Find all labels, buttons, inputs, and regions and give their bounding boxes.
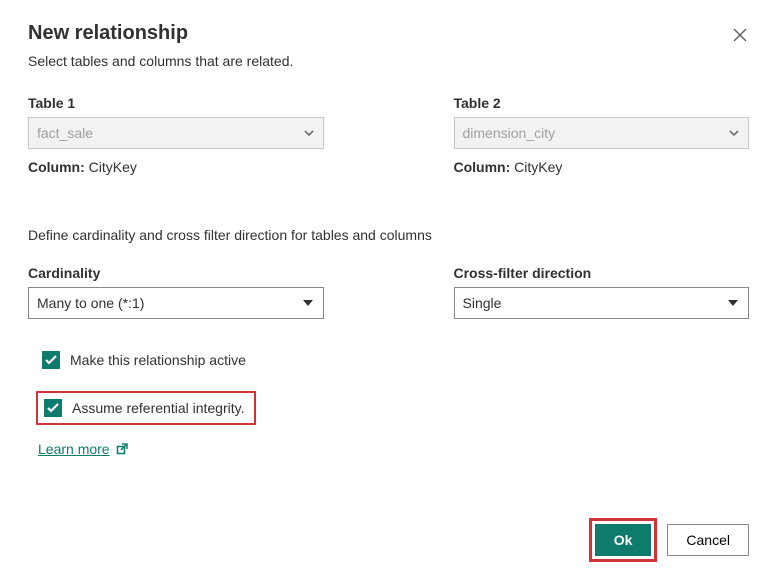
integrity-checkbox[interactable] bbox=[44, 399, 62, 417]
crossfilter-select[interactable]: Single bbox=[454, 287, 750, 319]
cardinality-select[interactable]: Many to one (*:1) bbox=[28, 287, 324, 319]
cardinality-label: Cardinality bbox=[28, 265, 324, 281]
checkmark-icon bbox=[47, 403, 59, 413]
cardinality-value: Many to one (*:1) bbox=[37, 295, 144, 311]
define-text: Define cardinality and cross filter dire… bbox=[28, 227, 749, 243]
chevron-down-icon bbox=[729, 128, 739, 138]
crossfilter-label: Cross-filter direction bbox=[454, 265, 750, 281]
checkmark-icon bbox=[45, 355, 57, 365]
table2-select[interactable]: dimension_city bbox=[454, 117, 750, 149]
crossfilter-value: Single bbox=[463, 295, 502, 311]
table2-select-value: dimension_city bbox=[463, 125, 556, 141]
ok-button[interactable]: Ok bbox=[595, 524, 652, 556]
close-icon[interactable] bbox=[731, 26, 749, 44]
table2-label: Table 2 bbox=[454, 95, 750, 111]
ok-highlight: Ok bbox=[589, 518, 658, 562]
external-link-icon bbox=[116, 443, 128, 455]
learn-more-link[interactable]: Learn more bbox=[38, 441, 128, 457]
active-checkbox-label: Make this relationship active bbox=[70, 352, 246, 368]
chevron-down-icon bbox=[727, 297, 739, 309]
integrity-checkbox-label: Assume referential integrity. bbox=[72, 400, 244, 416]
dialog-footer: Ok Cancel bbox=[589, 518, 749, 562]
chevron-down-icon bbox=[304, 128, 314, 138]
dialog-subtitle: Select tables and columns that are relat… bbox=[28, 53, 749, 69]
active-checkbox[interactable] bbox=[42, 351, 60, 369]
integrity-highlight: Assume referential integrity. bbox=[36, 391, 256, 425]
chevron-down-icon bbox=[302, 297, 314, 309]
dialog-title: New relationship bbox=[28, 22, 188, 45]
table1-select-value: fact_sale bbox=[37, 125, 93, 141]
table2-column: Column: CityKey bbox=[454, 159, 750, 175]
table1-select[interactable]: fact_sale bbox=[28, 117, 324, 149]
table1-column: Column: CityKey bbox=[28, 159, 324, 175]
cancel-button[interactable]: Cancel bbox=[667, 524, 749, 556]
table1-label: Table 1 bbox=[28, 95, 324, 111]
